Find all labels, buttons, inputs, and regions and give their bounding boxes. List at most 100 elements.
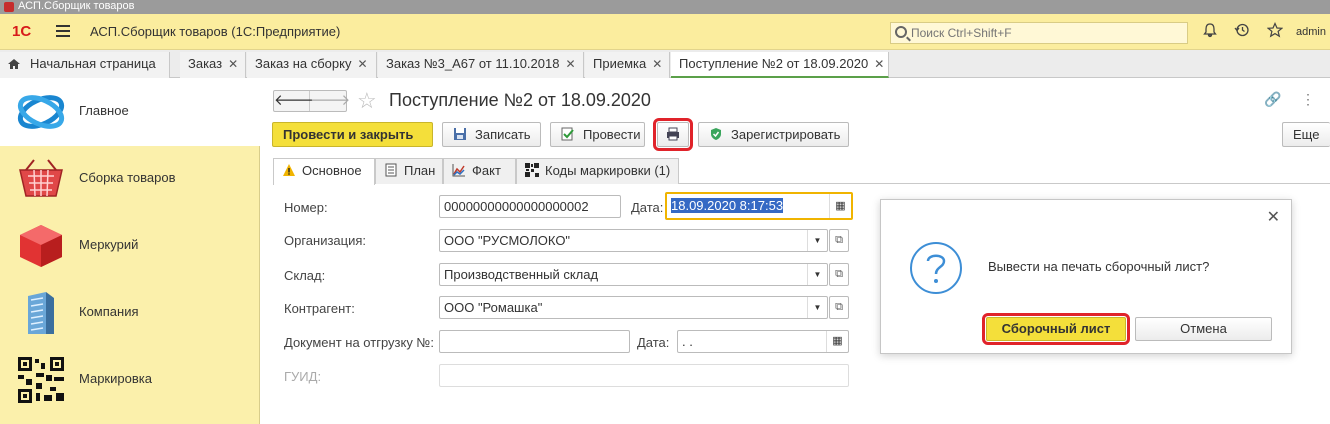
date-field[interactable]: 18.09.2020 8:17:53 ▦	[665, 192, 853, 220]
global-search[interactable]	[890, 22, 1188, 44]
sidebar-item-mercury[interactable]: Меркурий	[0, 213, 260, 280]
dropdown-icon[interactable]: ▼	[807, 264, 827, 285]
user-name[interactable]: admin	[1296, 26, 1326, 38]
logo-1c: 1С	[12, 23, 32, 40]
qr-code-icon	[525, 163, 539, 177]
shipment-doc-label: Документ на отгрузку №:	[284, 335, 434, 350]
main-section-icon	[17, 95, 65, 129]
post-button[interactable]: Провести	[550, 122, 645, 147]
tab-receipt-doc-2[interactable]: Поступление №2 от 18.09.2020 ✕	[671, 52, 889, 78]
calendar-icon[interactable]: ▦	[829, 194, 851, 218]
cancel-button[interactable]: Отмена	[1135, 317, 1272, 341]
sidebar-item-label: Компания	[79, 304, 139, 319]
shipment-date-field[interactable]: . . ▦	[677, 330, 849, 353]
print-button[interactable]	[653, 118, 693, 151]
post-icon	[561, 127, 574, 141]
more-vertical-icon[interactable]: ⋮	[1301, 91, 1315, 108]
shield-icon	[711, 128, 721, 140]
tab-home[interactable]: Начальная страница	[0, 52, 170, 78]
nav-buttons: 🡐 🡒	[273, 90, 350, 112]
building-icon	[28, 292, 54, 334]
main-menu-icon[interactable]	[56, 25, 70, 37]
link-icon[interactable]: 🔗	[1264, 91, 1281, 108]
warehouse-value: Производственный склад	[444, 267, 599, 282]
shipment-doc-field[interactable]	[439, 330, 630, 353]
favorites-star-icon[interactable]	[1265, 22, 1285, 42]
shipment-date-label: Дата:	[637, 335, 670, 350]
organization-field[interactable]: ООО "РУСМОЛОКО" ▼	[439, 229, 828, 252]
dropdown-icon[interactable]: ▼	[807, 230, 827, 251]
sidebar-item-marking[interactable]: Маркировка	[0, 347, 260, 414]
os-title-bar: АСП.Сборщик товаров	[0, 0, 1330, 14]
tab-receipt[interactable]: Приемка ✕	[585, 52, 670, 78]
post-and-close-button[interactable]: Провести и закрыть	[272, 122, 433, 147]
dialog-message: Вывести на печать сборочный лист?	[988, 259, 1210, 274]
qr-code-icon	[18, 357, 64, 403]
app-header: 1С АСП.Сборщик товаров (1С:Предприятие) …	[0, 14, 1330, 50]
tab-marking-codes[interactable]: Коды маркировки (1)	[516, 158, 679, 184]
close-icon[interactable]: ✕	[874, 57, 884, 71]
tab-order[interactable]: Заказ ✕	[180, 52, 246, 78]
add-favorite-star-icon[interactable]: ☆	[357, 88, 377, 114]
more-button[interactable]: Еще	[1282, 122, 1330, 147]
bell-icon[interactable]	[1200, 22, 1220, 42]
plan-icon	[385, 163, 397, 177]
dropdown-icon[interactable]: ▼	[807, 297, 827, 318]
app-title: АСП.Сборщик товаров (1С:Предприятие)	[90, 24, 341, 39]
app-window-icon	[4, 2, 14, 12]
tab-label: Заказ №3_А67 от 11.10.2018	[386, 56, 560, 71]
tab-label: План	[404, 163, 436, 178]
assembly-sheet-button[interactable]: Сборочный лист	[982, 313, 1130, 345]
close-icon[interactable]: ✕	[357, 57, 367, 71]
close-icon[interactable]: ✕	[228, 57, 238, 71]
calendar-icon[interactable]: ▦	[826, 331, 848, 352]
sidebar-item-main[interactable]: Главное	[0, 79, 260, 146]
number-field[interactable]: 00000000000000000002	[439, 195, 621, 218]
tab-fact[interactable]: Факт	[443, 158, 516, 184]
open-organization-icon[interactable]: ⧉	[829, 229, 849, 252]
history-icon[interactable]	[1232, 22, 1252, 42]
chart-icon	[452, 164, 465, 177]
save-button[interactable]: Записать	[442, 122, 541, 147]
forward-arrow-icon[interactable]: 🡒	[310, 91, 350, 111]
back-arrow-icon[interactable]: 🡐	[274, 91, 314, 111]
cube-icon	[20, 225, 62, 267]
sidebar-item-company[interactable]: Компания	[0, 280, 260, 347]
search-input[interactable]	[911, 25, 1181, 41]
counterparty-field[interactable]: ООО "Ромашка" ▼	[439, 296, 828, 319]
date-value: 18.09.2020 8:17:53	[671, 198, 784, 213]
tab-plan[interactable]: План	[375, 158, 443, 184]
shipment-date-value: . .	[682, 334, 693, 349]
tab-label: Поступление №2 от 18.09.2020	[679, 56, 869, 71]
question-icon	[910, 242, 962, 294]
page-title: Поступление №2 от 18.09.2020	[389, 90, 651, 110]
tab-label: Заказ	[188, 56, 223, 71]
post-label: Провести	[583, 127, 641, 142]
close-icon[interactable]: ✕	[652, 57, 662, 71]
counterparty-label: Контрагент:	[284, 301, 355, 316]
warehouse-field[interactable]: Производственный склад ▼	[439, 263, 828, 286]
date-label: Дата:	[631, 200, 664, 215]
tab-main[interactable]: Основное	[273, 158, 375, 185]
tab-label: Приемка	[593, 56, 647, 71]
number-label: Номер:	[284, 200, 328, 215]
save-icon	[454, 128, 466, 140]
tab-label: Заказ на сборку	[255, 56, 352, 71]
open-warehouse-icon[interactable]: ⧉	[829, 263, 849, 286]
close-icon[interactable]: ✕	[1267, 207, 1280, 227]
sidebar-item-assembly[interactable]: Сборка товаров	[0, 146, 260, 213]
register-button[interactable]: Зарегистрировать	[698, 122, 849, 147]
sections-sidebar: Главное Сборка товаров Меркурий Компания	[0, 79, 260, 424]
tab-assembly-order[interactable]: Заказ на сборку ✕	[247, 52, 377, 78]
tab-label: Факт	[472, 163, 501, 178]
organization-label: Организация:	[284, 233, 367, 248]
tab-order-3[interactable]: Заказ №3_А67 от 11.10.2018 ✕	[378, 52, 584, 78]
printer-icon	[667, 127, 679, 141]
open-counterparty-icon[interactable]: ⧉	[829, 296, 849, 319]
counterparty-value: ООО "Ромашка"	[444, 300, 543, 315]
guid-label: ГУИД:	[284, 369, 322, 384]
register-label: Зарегистрировать	[731, 127, 841, 142]
close-icon[interactable]: ✕	[565, 57, 575, 71]
tab-label: Начальная страница	[30, 56, 156, 71]
home-icon	[8, 59, 20, 69]
